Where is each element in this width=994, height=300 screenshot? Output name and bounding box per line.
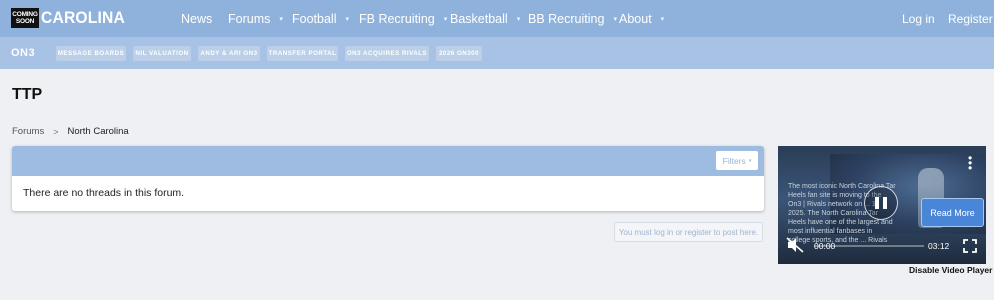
- site-name: CAROLINA: [41, 8, 126, 27]
- filters-button[interactable]: Filters ▾: [716, 151, 758, 170]
- page-title: TTP: [12, 86, 43, 103]
- kebab-menu-icon[interactable]: • • •: [968, 152, 972, 174]
- chip-andy-ari-on3[interactable]: ANDY & ARI ON3: [198, 46, 260, 61]
- fullscreen-icon[interactable]: [963, 239, 977, 253]
- video-player[interactable]: The most iconic North Carolina Tar Heels…: [778, 146, 986, 264]
- badge-line-1: COMING: [12, 11, 38, 18]
- badge-line-2: SOON: [15, 18, 35, 25]
- nav-item-forums[interactable]: Forums ▾: [228, 0, 283, 37]
- login-link[interactable]: Log in: [902, 0, 935, 37]
- chevron-down-icon[interactable]: ▾: [444, 15, 448, 23]
- nav-item-bb-recruiting[interactable]: BB Recruiting ▾: [528, 0, 617, 37]
- top-navigation: COMING SOON CAROLINA News Forums ▾ Footb…: [0, 0, 994, 37]
- breadcrumb-current[interactable]: North Carolina: [67, 126, 128, 137]
- chevron-down-icon[interactable]: ▾: [661, 15, 665, 23]
- nav-item-label: BB Recruiting: [528, 11, 605, 26]
- chip-transfer-portal[interactable]: TRANSFER PORTAL: [267, 46, 338, 61]
- filters-label: Filters: [722, 155, 746, 166]
- chevron-down-icon[interactable]: ▾: [279, 15, 283, 23]
- chevron-down-icon: ▾: [748, 157, 752, 164]
- nav-item-label: About: [619, 11, 652, 26]
- pause-icon[interactable]: [864, 186, 898, 220]
- nav-item-label: News: [181, 11, 213, 26]
- nav-item-basketball[interactable]: Basketball ▾: [450, 0, 520, 37]
- chevron-down-icon[interactable]: ▾: [613, 15, 617, 23]
- chip-nil-valuation[interactable]: NIL VALUATION: [133, 46, 191, 61]
- thread-list-block: Filters ▾ There are no threads in this f…: [12, 146, 764, 211]
- nav-item-label: Football: [292, 11, 337, 26]
- breadcrumb-forums[interactable]: Forums: [12, 126, 44, 137]
- nav-item-label: Basketball: [450, 11, 508, 26]
- chip-message-boards[interactable]: MESSAGE BOARDS: [56, 46, 126, 61]
- nav-item-football[interactable]: Football ▾: [292, 0, 349, 37]
- nav-item-news[interactable]: News: [181, 0, 212, 37]
- chevron-down-icon[interactable]: ▾: [345, 15, 349, 23]
- mute-icon[interactable]: [786, 237, 804, 253]
- coming-soon-badge: COMING SOON: [11, 8, 39, 28]
- nav-item-fb-recruiting[interactable]: FB Recruiting ▾: [359, 0, 447, 37]
- video-current-time: 00:00: [814, 241, 836, 251]
- chip-2026-on300[interactable]: 2026 ON300: [436, 46, 482, 61]
- chevron-right-icon: >: [53, 126, 59, 137]
- nav-item-about[interactable]: About ▾: [619, 0, 664, 37]
- video-duration: 03:12: [928, 241, 950, 251]
- chip-on3-acquires-rivals[interactable]: ON3 ACQUIRES RIVALS: [345, 46, 429, 61]
- read-more-button[interactable]: Read More: [921, 198, 984, 227]
- nav-item-label: FB Recruiting: [359, 11, 435, 26]
- breadcrumb: Forums > North Carolina: [12, 126, 129, 137]
- register-link[interactable]: Register: [948, 0, 993, 37]
- sub-navigation: ON3 MESSAGE BOARDS NIL VALUATION ANDY & …: [0, 37, 994, 69]
- chevron-down-icon[interactable]: ▾: [517, 15, 521, 23]
- thread-list-header: Filters ▾: [12, 146, 764, 176]
- login-to-post-note[interactable]: You must log in or register to post here…: [614, 222, 763, 242]
- nav-item-label: Forums: [228, 11, 271, 26]
- disable-video-player-link[interactable]: Disable Video Player: [909, 265, 992, 275]
- empty-thread-message: There are no threads in this forum.: [23, 187, 185, 199]
- on3-logo[interactable]: ON3: [11, 47, 35, 59]
- site-logo[interactable]: COMING SOON CAROLINA: [11, 8, 132, 28]
